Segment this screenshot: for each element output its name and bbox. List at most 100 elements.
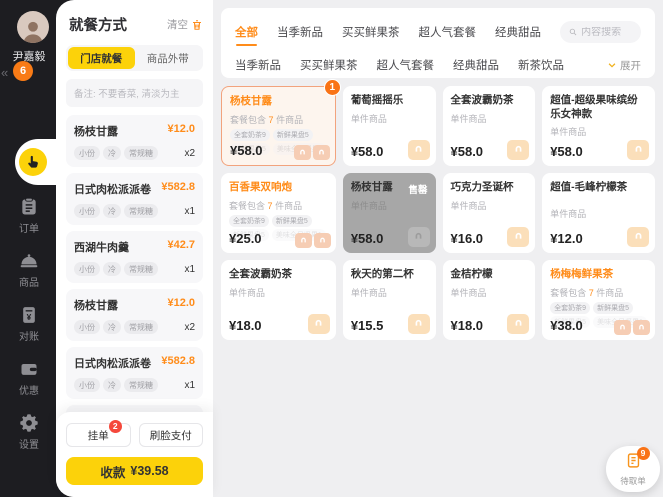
cart-count-badge: 1 (324, 79, 341, 96)
sidebar-item-discounts[interactable]: 优惠 (0, 359, 58, 397)
product-card[interactable]: 百香果双响炮 套餐包含 7 件商品 全套奶茶9新鲜果盘5 新鲜果盘5美味全日坚果… (221, 173, 336, 253)
product-name: 葡萄摇摇乐 (351, 94, 428, 108)
product-card[interactable]: 巧克力圣诞杯 单件商品 ¥16.0 (443, 173, 536, 253)
add-to-cart-bag-icon[interactable] (408, 314, 430, 334)
collapse-chevrons-icon[interactable]: « (1, 65, 8, 80)
product-name: 全套波霸奶茶 (229, 268, 328, 282)
item-name: 西湖牛肉羹 (74, 239, 129, 255)
combo-bag-icon[interactable] (295, 233, 331, 248)
order-item[interactable]: 日式肉松派派卷¥582.8 小份冷常规糖x1 (66, 173, 203, 225)
pickup-label: 待取单 (620, 475, 646, 487)
catalog-area: 全部 当季新品 买买鲜果茶 超人气套餐 经典甜品 当季新品 买买鲜果茶 超人气套… (213, 0, 663, 497)
clear-order-button[interactable]: 清空 (167, 17, 203, 32)
spec-tag: 冷 (103, 320, 121, 334)
sidebar-item-orders[interactable]: 订单 (0, 197, 58, 235)
spec-tag: 常规糖 (124, 146, 158, 160)
soldout-badge: 售罄 (408, 182, 427, 196)
category-tab[interactable]: 新茶饮品 (518, 57, 564, 73)
sidebar-item-ordering-active[interactable] (19, 148, 47, 176)
product-type: 套餐包含 7 件商品 (229, 199, 328, 212)
product-name: 全套波霸奶茶 (451, 94, 528, 108)
product-name: 金桔柠檬 (451, 268, 528, 282)
sidebar-item-reconciliation[interactable]: ¥ 对账 (0, 305, 58, 343)
category-tab[interactable]: 买买鲜果茶 (342, 24, 400, 40)
sidebar-item-label: 优惠 (19, 382, 39, 397)
product-card[interactable]: 杨梅梅鲜果茶 套餐包含 7 件商品 全套奶茶9新鲜果盘5 新鲜果盘5美味全日坚果… (542, 260, 655, 340)
add-to-cart-bag-icon[interactable] (627, 227, 649, 247)
product-type: 单件商品 (451, 286, 528, 299)
product-type: 单件商品 (550, 207, 647, 220)
item-quantity: x1 (184, 380, 195, 391)
product-name: 百香果双响炮 (229, 181, 328, 195)
order-footer: 挂单2 刷脸支付 收款 ¥39.58 (56, 412, 213, 497)
combo-bag-icon[interactable] (614, 320, 650, 335)
user-name: 尹嘉毅 (0, 48, 58, 64)
add-to-cart-bag-icon[interactable] (507, 314, 529, 334)
add-to-cart-bag-icon[interactable] (507, 227, 529, 247)
checkout-label: 收款 (100, 462, 125, 481)
category-panel: 全部 当季新品 买买鲜果茶 超人气套餐 经典甜品 当季新品 买买鲜果茶 超人气套… (221, 8, 655, 78)
pos-app: 尹嘉毅 « 6 订单 商品 ¥ 对账 优惠 设置 就餐方式 (0, 0, 663, 497)
category-tab[interactable]: 超人气套餐 (377, 57, 435, 73)
item-price: ¥12.0 (167, 123, 195, 139)
product-card[interactable]: 葡萄摇摇乐 单件商品 ¥58.0 (343, 86, 436, 166)
sidebar-item-settings[interactable]: 设置 (0, 413, 58, 451)
add-to-cart-bag-icon[interactable] (408, 140, 430, 160)
hand-pointer-icon (25, 154, 41, 170)
avatar[interactable] (17, 11, 49, 43)
checkout-amount: ¥39.58 (130, 464, 168, 478)
category-tab-all[interactable]: 全部 (235, 24, 258, 40)
add-to-cart-bag-icon[interactable] (627, 140, 649, 160)
product-card[interactable]: 全套波霸奶茶 单件商品 ¥58.0 (443, 86, 536, 166)
product-card[interactable]: 超值-毛峰柠檬茶 单件商品 ¥12.0 (542, 173, 655, 253)
search-input[interactable] (581, 27, 632, 38)
order-item[interactable]: 西湖牛肉羹¥42.7 小份冷常规糖x1 (66, 231, 203, 283)
category-tab[interactable]: 买买鲜果茶 (300, 57, 358, 73)
product-name: 超值-超级果味缤纷乐女神款 (550, 94, 647, 121)
checkout-button[interactable]: 收款 ¥39.58 (66, 457, 203, 485)
product-card[interactable]: 全套波霸奶茶 单件商品 ¥18.0 (221, 260, 336, 340)
add-to-cart-bag-icon[interactable] (507, 140, 529, 160)
spec-tag: 冷 (103, 262, 121, 276)
sidebar-item-products[interactable]: 商品 (0, 251, 58, 289)
product-type: 单件商品 (451, 112, 528, 125)
product-card-selected[interactable]: 1 杨枝甘露 套餐包含 7 件商品 全套奶茶9新鲜果盘5 新鲜果盘5美味全日坚果… (221, 86, 336, 166)
sidebar-item-label: 对账 (19, 328, 39, 343)
product-type: 单件商品 (351, 199, 428, 212)
product-grid: 1 杨枝甘露 套餐包含 7 件商品 全套奶茶9新鲜果盘5 新鲜果盘5美味全日坚果… (221, 86, 655, 340)
expand-categories-button[interactable]: 展开 (607, 58, 641, 73)
tab-dine-in[interactable]: 门店就餐 (68, 47, 135, 69)
order-panel-title: 就餐方式 (69, 14, 127, 35)
search-box[interactable] (560, 21, 641, 43)
category-tab[interactable]: 当季新品 (277, 24, 323, 40)
hold-order-label: 挂单2 (88, 428, 109, 443)
combo-tags: 全套奶茶9新鲜果盘5 (550, 302, 647, 314)
product-card[interactable]: 超值-超级果味缤纷乐女神款 单件商品 ¥58.0 (542, 86, 655, 166)
combo-bag-icon[interactable] (294, 145, 330, 160)
product-card[interactable]: 秋天的第二杯 单件商品 ¥15.5 (343, 260, 436, 340)
item-quantity: x2 (184, 322, 195, 333)
dish-cloche-icon (19, 251, 39, 271)
category-tab[interactable]: 经典甜品 (453, 57, 499, 73)
pending-pickup-button[interactable]: 9 待取单 (606, 446, 660, 492)
category-tab[interactable]: 经典甜品 (495, 24, 541, 40)
product-type: 套餐包含 7 件商品 (230, 113, 327, 126)
category-tab[interactable]: 当季新品 (235, 57, 281, 73)
spec-tag: 冷 (103, 146, 121, 160)
order-note-field[interactable]: 备注: 不要香菜, 清淡为主 (66, 79, 203, 107)
tab-takeout[interactable]: 商品外带 (135, 47, 202, 69)
add-to-cart-bag-icon[interactable] (308, 314, 330, 334)
face-pay-button[interactable]: 刷脸支付 (139, 423, 204, 447)
gear-icon (19, 413, 39, 433)
order-item[interactable]: 日式肉松派派卷¥582.8 小份冷常规糖x1 (66, 347, 203, 399)
order-item[interactable]: 杨枝甘露¥12.0 小份冷常规糖x2 (66, 115, 203, 167)
combo-tags: 全套奶茶9新鲜果盘5 (229, 215, 328, 227)
hold-order-button[interactable]: 挂单2 (66, 423, 131, 447)
combo-tags: 全套奶茶9新鲜果盘5 (230, 129, 327, 141)
category-tab[interactable]: 超人气套餐 (419, 24, 477, 40)
search-icon (569, 27, 577, 37)
product-card[interactable]: 金桔柠檬 单件商品 ¥18.0 (443, 260, 536, 340)
order-item[interactable]: 杨枝甘露¥12.0 小份冷常规糖x2 (66, 289, 203, 341)
spec-tag: 常规糖 (124, 262, 158, 276)
person-icon (20, 17, 46, 43)
